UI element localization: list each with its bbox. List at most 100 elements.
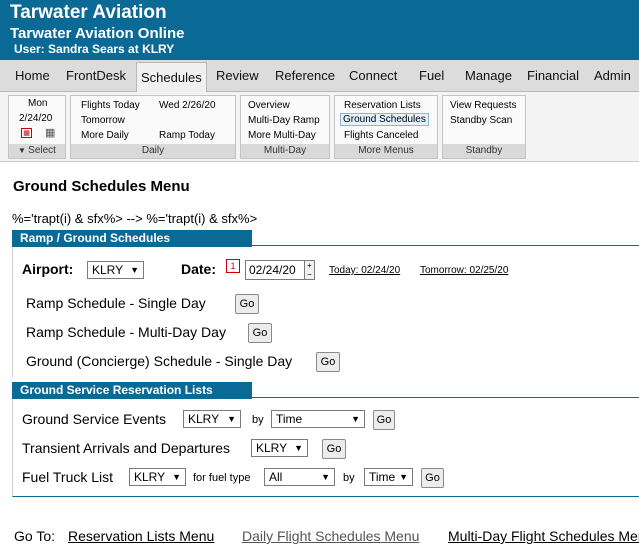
ribbon-group-standby: View Requests Standby Scan Standby xyxy=(442,95,526,159)
ground-service-events-label: Ground Service Events xyxy=(22,411,166,427)
by-label: by xyxy=(343,472,355,484)
link-ramp-today[interactable]: Ramp Today xyxy=(159,130,215,141)
goto-multi-day-schedules-link[interactable]: Multi-Day Flight Schedules Menu xyxy=(448,528,639,544)
calendar-icon[interactable]: 1 xyxy=(226,259,240,273)
sort-select-events[interactable]: Time ▼ xyxy=(271,410,365,428)
section-header-ramp: Ramp / Ground Schedules xyxy=(12,230,639,247)
user-info: User: Sandra Sears at KLRY xyxy=(14,42,175,56)
chevron-down-icon: ▼ xyxy=(172,472,181,482)
tab-home[interactable]: Home xyxy=(15,60,50,92)
fuel-type-label: for fuel type xyxy=(193,472,251,484)
tab-schedules[interactable]: Schedules xyxy=(136,62,207,93)
go-button-concierge[interactable]: Go xyxy=(316,352,340,372)
link-flights-canceled[interactable]: Flights Canceled xyxy=(344,130,418,141)
link-reservation-lists[interactable]: Reservation Lists xyxy=(344,100,421,111)
goto-daily-schedules-link[interactable]: Daily Flight Schedules Menu xyxy=(242,528,419,544)
chevron-down-icon: ▼ xyxy=(399,472,408,482)
link-multi-day-ramp[interactable]: Multi-Day Ramp xyxy=(248,115,320,126)
airport-select[interactable]: KLRY ▼ xyxy=(87,261,144,279)
ribbon-group-daily: Flights Today Wed 2/26/20 Tomorrow More … xyxy=(70,95,236,159)
tab-connect[interactable]: Connect xyxy=(349,60,397,92)
tab-fuel[interactable]: Fuel xyxy=(419,60,444,92)
link-flights-today[interactable]: Flights Today xyxy=(81,100,140,111)
app-header: Tarwater Aviation Tarwater Aviation Onli… xyxy=(0,0,639,60)
tab-reference[interactable]: Reference xyxy=(275,60,335,92)
go-button-events[interactable]: Go xyxy=(373,410,395,430)
date-label: Date: xyxy=(181,261,217,277)
fuel-type-select-value: All xyxy=(269,470,283,484)
tab-admin[interactable]: Admin xyxy=(594,60,631,92)
go-button-ramp-multi[interactable]: Go xyxy=(248,323,272,343)
date-input[interactable]: 02/24/20 xyxy=(245,260,305,280)
concierge-single-day-label: Ground (Concierge) Schedule - Single Day xyxy=(26,353,293,369)
spin-up-icon[interactable]: + xyxy=(307,261,312,270)
sort-select-fuel-value: Time xyxy=(369,470,396,484)
link-more-multi-day[interactable]: More Multi-Day xyxy=(248,130,316,141)
ribbon-group-title-select[interactable]: ▼ Select xyxy=(9,144,65,158)
main-nav: Home FrontDesk Schedules Review Referenc… xyxy=(0,60,639,93)
link-more-daily[interactable]: More Daily xyxy=(81,130,129,141)
link-tomorrow[interactable]: Tomorrow xyxy=(81,115,125,126)
ribbon-group-select: Mon 2/24/20 ▦ ▦ ▼ Select xyxy=(8,95,66,159)
link-wed-date[interactable]: Wed 2/26/20 xyxy=(159,100,216,111)
tab-financial[interactable]: Financial xyxy=(527,60,579,92)
tab-review[interactable]: Review xyxy=(216,60,259,92)
sort-select-events-value: Time xyxy=(276,412,303,426)
ribbon-group-more-menus: Reservation Lists Ground Schedules Fligh… xyxy=(334,95,438,159)
date-spinner[interactable]: + − xyxy=(304,260,315,280)
section-title-ramp: Ramp / Ground Schedules xyxy=(12,230,252,247)
transient-label: Transient Arrivals and Departures xyxy=(22,440,231,456)
airport-select-fuel-value: KLRY xyxy=(134,470,166,484)
ribbon-group-title-more-menus: More Menus xyxy=(335,144,437,158)
template-artifact-text: %='trapt(i) & sfx%> --> %='trapt(i) & sf… xyxy=(12,211,258,226)
tomorrow-link[interactable]: Tomorrow: 02/25/20 xyxy=(420,265,508,276)
goto-label: Go To: xyxy=(14,528,55,544)
chevron-down-icon: ▼ xyxy=(351,414,360,424)
company-name: Tarwater Aviation xyxy=(10,2,167,23)
tab-frontdesk[interactable]: FrontDesk xyxy=(66,60,126,92)
airport-select-fuel[interactable]: KLRY ▼ xyxy=(129,468,186,486)
airport-select-value: KLRY xyxy=(92,263,124,277)
sort-select-fuel[interactable]: Time ▼ xyxy=(364,468,413,486)
link-overview[interactable]: Overview xyxy=(248,100,290,111)
chevron-down-icon: ▼ xyxy=(227,414,236,424)
ribbon-group-title-multiday: Multi-Day xyxy=(241,144,329,158)
spin-down-icon[interactable]: − xyxy=(307,270,312,279)
goto-reservation-lists-link[interactable]: Reservation Lists Menu xyxy=(68,528,214,544)
ribbon-group-title-daily: Daily xyxy=(71,144,235,158)
airport-select-transient[interactable]: KLRY ▼ xyxy=(251,439,308,457)
link-view-requests[interactable]: View Requests xyxy=(450,100,517,111)
selected-date[interactable]: 2/24/20 xyxy=(19,113,52,124)
grid-icon[interactable]: ▦ xyxy=(45,128,55,139)
tab-manage[interactable]: Manage xyxy=(465,60,512,92)
page-title: Ground Schedules Menu xyxy=(13,178,190,195)
airport-select-events[interactable]: KLRY ▼ xyxy=(183,410,241,428)
ramp-multi-day-label: Ramp Schedule - Multi-Day Day xyxy=(26,324,226,340)
by-label: by xyxy=(252,414,264,426)
fuel-type-select[interactable]: All ▼ xyxy=(264,468,335,486)
chevron-down-icon: ▼ xyxy=(130,265,139,275)
ribbon-group-multiday: Overview Multi-Day Ramp More Multi-Day M… xyxy=(240,95,330,159)
today-link[interactable]: Today: 02/24/20 xyxy=(329,265,400,276)
go-button-ramp-single[interactable]: Go xyxy=(235,294,259,314)
app-name: Tarwater Aviation Online xyxy=(10,25,185,42)
calendar-icon[interactable]: ▦ xyxy=(21,128,32,138)
ribbon-toolbar: Mon 2/24/20 ▦ ▦ ▼ Select Flights Today W… xyxy=(0,92,639,162)
fuel-truck-label: Fuel Truck List xyxy=(22,469,114,485)
selected-day: Mon xyxy=(28,98,48,109)
chevron-down-icon: ▼ xyxy=(18,146,29,155)
ramp-single-day-label: Ramp Schedule - Single Day xyxy=(26,295,206,311)
ribbon-group-title-standby: Standby xyxy=(443,144,525,158)
select-label: Select xyxy=(28,145,56,156)
chevron-down-icon: ▼ xyxy=(294,443,303,453)
section-header-ground: Ground Service Reservation Lists xyxy=(12,382,639,399)
link-ground-schedules[interactable]: Ground Schedules xyxy=(340,113,429,126)
go-button-fuel[interactable]: Go xyxy=(421,468,444,488)
airport-select-events-value: KLRY xyxy=(188,412,220,426)
go-button-transient[interactable]: Go xyxy=(322,439,346,459)
airport-label: Airport: xyxy=(22,261,74,277)
section-title-ground: Ground Service Reservation Lists xyxy=(12,382,252,399)
link-standby-scan[interactable]: Standby Scan xyxy=(450,115,512,126)
chevron-down-icon: ▼ xyxy=(321,472,330,482)
airport-select-transient-value: KLRY xyxy=(256,441,288,455)
